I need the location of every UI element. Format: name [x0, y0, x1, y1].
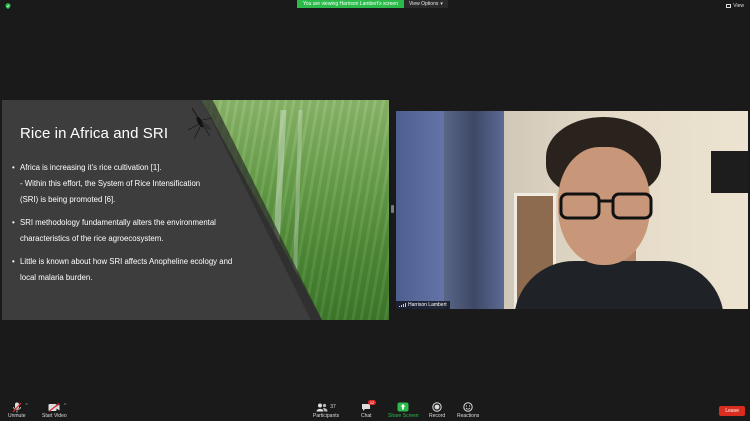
zoom-meeting-window: You are viewing Harrison Lambert's scree… — [0, 0, 750, 421]
participant-name: Harrison Lambert — [408, 302, 447, 308]
mosquito-icon — [187, 107, 213, 140]
participant-video-tile[interactable]: Harrison Lambert — [396, 111, 748, 309]
record-label: Record — [429, 413, 446, 419]
participants-icon-wrap: 37 — [316, 401, 336, 413]
chat-icon-wrap: 12 — [361, 400, 377, 413]
chevron-up-icon[interactable]: ⌃ — [63, 403, 67, 409]
video-off-icon-wrap: ⌃ — [48, 401, 67, 413]
top-bar: You are viewing Harrison Lambert's scree… — [0, 0, 750, 10]
bullet-line: characteristics of the rice agroecosyste… — [20, 234, 164, 243]
curtain — [444, 111, 504, 309]
view-options-button[interactable]: View Options ▾ — [403, 0, 448, 8]
participants-icon — [316, 403, 328, 411]
bullet-line: (SRI) is being promoted [6]. — [20, 195, 116, 204]
chevron-up-icon[interactable]: ⌃ — [25, 403, 29, 409]
view-label: View — [733, 3, 744, 9]
participant-name-tag: Harrison Lambert — [396, 301, 450, 309]
chat-button[interactable]: 12 Chat — [361, 400, 377, 419]
shield-icon[interactable] — [5, 3, 11, 9]
video-off-icon — [48, 402, 60, 412]
share-screen-icon-wrap — [397, 401, 409, 413]
share-screen-label: Share Screen — [388, 413, 419, 419]
start-video-button[interactable]: ⌃ Start Video — [42, 401, 67, 419]
viewing-screen-label: You are viewing Harrison Lambert's scree… — [297, 0, 404, 8]
leave-button[interactable]: Leave — [719, 406, 745, 416]
signal-bars-icon — [399, 303, 406, 307]
slide-bullet: • Africa is increasing it’s rice cultiva… — [12, 160, 282, 208]
bullet-dot: • — [12, 163, 15, 172]
split-view-divider-handle[interactable] — [391, 205, 394, 213]
shared-screen-slide: Rice in Africa and SRI • Africa is incre… — [2, 100, 389, 320]
record-icon — [432, 402, 442, 412]
view-options-label: View Options — [408, 1, 439, 7]
bullet-line: SRI methodology fundamentally alters the… — [20, 218, 216, 227]
participants-count: 37 — [330, 404, 336, 410]
person-body — [514, 261, 724, 309]
grid-icon — [726, 4, 732, 8]
share-screen-button[interactable]: Share Screen — [388, 401, 419, 419]
start-video-label: Start Video — [42, 413, 67, 419]
reactions-icon-wrap — [463, 401, 473, 413]
reactions-label: Reactions — [457, 413, 480, 419]
bullet-line: Africa is increasing it’s rice cultivati… — [20, 163, 162, 172]
bullet-dot: • — [12, 218, 15, 227]
meeting-toolbar: ⌃ Unmute ⌃ Start Video 37 Participants 1… — [0, 397, 750, 421]
share-screen-icon — [397, 402, 409, 412]
slide-bullet-list: • Africa is increasing it’s rice cultiva… — [12, 160, 282, 293]
wall-tv — [711, 151, 748, 193]
slide-title: Rice in Africa and SRI — [20, 125, 169, 142]
record-icon-wrap — [432, 401, 442, 413]
mic-muted-icon — [12, 402, 22, 412]
glasses — [559, 192, 653, 220]
bullet-line: - Within this effort, the System of Rice… — [20, 179, 201, 188]
chat-label: Chat — [361, 413, 372, 419]
unmute-button[interactable]: ⌃ Unmute — [8, 401, 29, 419]
unmute-label: Unmute — [8, 413, 26, 419]
participants-button[interactable]: 37 Participants — [313, 401, 339, 419]
slide-bullet: • Little is known about how SRI affects … — [12, 254, 282, 286]
participants-label: Participants — [313, 413, 340, 419]
smiley-icon — [463, 402, 473, 412]
chevron-down-icon: ▾ — [440, 1, 443, 7]
bullet-line: Little is known about how SRI affects An… — [20, 257, 233, 266]
bullet-line: local malaria burden. — [20, 273, 93, 282]
reactions-button[interactable]: Reactions — [457, 401, 479, 419]
bullet-dot: • — [12, 257, 15, 266]
record-button[interactable]: Record — [429, 401, 445, 419]
screen-share-banner: You are viewing Harrison Lambert's scree… — [297, 0, 448, 8]
mic-muted-icon-wrap: ⌃ — [12, 401, 29, 413]
chat-unread-badge: 12 — [367, 400, 377, 405]
view-button[interactable]: View — [726, 3, 744, 9]
slide-bullet: • SRI methodology fundamentally alters t… — [12, 215, 282, 247]
